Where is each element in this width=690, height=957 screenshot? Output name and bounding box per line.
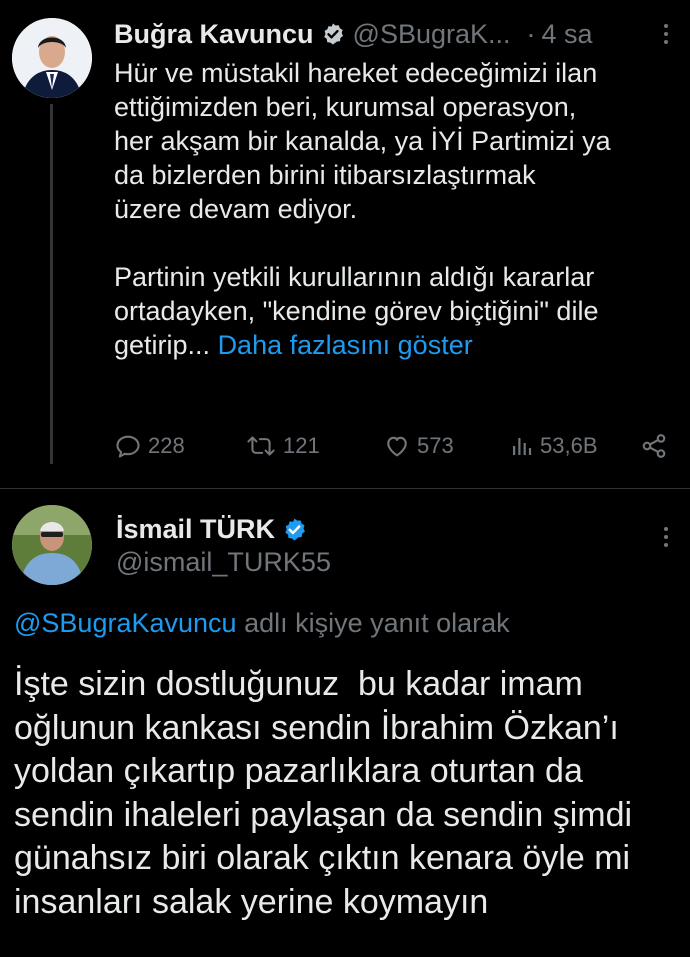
tweet-line: Hür ve müstakil hareket edeceğimizi ilan [114,58,598,88]
tweet-truncated-text: getirip... [114,330,211,360]
reply-button[interactable]: 228 [114,432,185,460]
tweet-line: da bizlerden birini itibarsızlaştırmak [114,160,536,190]
tweet-author-name[interactable]: Buğra Kavuncu [114,19,314,50]
views-button[interactable]: 53,6B [510,432,598,460]
reply-line: sendin ihaleleri paylaşan da sendin şimd… [14,795,633,834]
tweet-divider [0,488,690,489]
tweet-body: Hür ve müstakil hareket edeceğimizi ilan… [114,56,684,362]
views-count: 53,6B [540,433,598,458]
reply-line: oğlunun kankası sendin İbrahim Özkan’ı [14,708,619,747]
verified-badge-icon [282,517,307,542]
reply-author-name[interactable]: İsmail TÜRK [116,514,275,545]
reply-body: İşte sizin dostluğunuz bu kadar imam oğl… [14,663,684,924]
tweet-author-avatar[interactable] [12,18,92,98]
like-button[interactable]: 573 [383,432,454,460]
avatar-image [12,505,92,585]
tweet-header: Buğra Kavuncu @SBugraK... · 4 sa [114,14,674,54]
tweet-paragraph-2: Partinin yetkili kurullarının aldığı kar… [114,260,684,362]
retweet-count: 121 [283,433,320,458]
tweet-line: üzere devam ediyor. [114,194,358,224]
tweet-author-handle[interactable]: @SBugraK... [353,19,511,50]
tweet-time[interactable]: 4 sa [542,19,593,50]
reply-author-avatar[interactable] [12,505,92,585]
replying-to-handle[interactable]: @SBugraKavuncu [14,608,237,638]
tweet-line: her akşam bir kanalda, ya İYİ Partimizi … [114,126,611,156]
reply-line: yoldan çıkartıp pazarlıklara oturtan da [14,752,583,790]
replying-to-suffix: adlı kişiye yanıt olarak [244,608,510,638]
show-more-link[interactable]: Daha fazlasını göster [218,330,473,360]
reply-line: İşte sizin dostluğunuz bu kadar imam [14,665,583,703]
reply-icon [116,435,140,458]
retweet-icon [247,436,275,456]
reply-line: insanları salak yerine koymayın [14,882,489,921]
reply-count: 228 [148,433,185,458]
reply-more-icon[interactable] [664,527,668,547]
avatar-image [12,18,92,98]
like-icon [387,436,407,457]
reply-author-handle[interactable]: @ismail_TURK55 [116,547,331,578]
views-icon [513,438,532,455]
reply-line: günahsız biri olarak çıktın kenara öyle … [14,839,631,877]
share-icon [642,434,666,458]
tweet-line-last: getirip... Daha fazlasını göster [114,328,684,362]
retweet-button[interactable]: 121 [245,432,320,460]
tweet-line: Partinin yetkili kurullarının aldığı kar… [114,262,595,292]
tweet-more-icon[interactable] [664,24,668,44]
like-count: 573 [417,433,454,458]
reply-author-row: İsmail TÜRK [116,509,307,549]
replying-to: @SBugraKavuncu adlı kişiye yanıt olarak [14,608,510,639]
verified-badge-icon [321,22,345,46]
tweet-paragraph-1: Hür ve müstakil hareket edeceğimizi ilan… [114,56,684,226]
share-button[interactable] [640,432,668,460]
tweet-line: ettiğimizden beri, kurumsal operasyon, [114,92,577,122]
thread-line [50,104,53,464]
tweet-line: ortadayken, "kendine görev biçtiğini" di… [114,296,599,326]
header-separator: · [526,18,536,49]
